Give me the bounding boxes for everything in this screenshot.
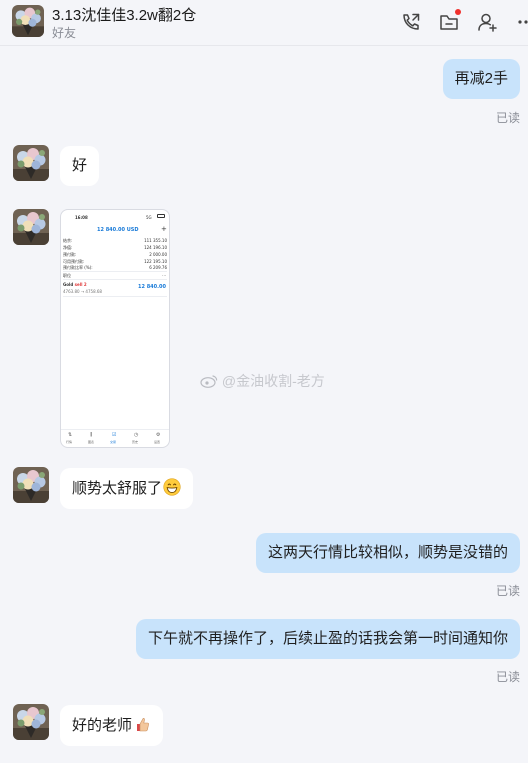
read-status: 已读 <box>495 584 520 598</box>
battery-icon <box>157 214 165 218</box>
phone-call-icon[interactable] <box>400 11 422 33</box>
more-icon[interactable] <box>512 11 528 33</box>
trading-app-screenshot[interactable]: 16:08 5G 12 840.00 USD + 结余: 111 355.10 … <box>60 209 170 448</box>
position-profit: 12 840.00 <box>138 284 166 290</box>
balance-header: 12 840.00 USD <box>97 227 139 233</box>
account-label: 净值: <box>63 245 73 250</box>
section-more[interactable]: ... <box>162 272 166 277</box>
position-symbol-name: Gold <box>63 282 74 287</box>
contact-name: 3.13沈佳佳3.2w翻2仓 <box>52 7 197 24</box>
contact-relation: 好友 <box>52 26 77 40</box>
position-prices: 4763.80 → 4758.68 <box>63 289 102 294</box>
weibo-watermark: @金油收割-老方 <box>200 371 325 391</box>
plus-icon[interactable]: + <box>161 225 167 233</box>
thumbs-up-emoji-icon <box>137 718 149 732</box>
account-label: 预付款: <box>63 252 77 257</box>
account-label: 结余: <box>63 238 73 243</box>
message-bubble-incoming[interactable]: 好的老师 <box>60 705 164 746</box>
settings-tab-icon[interactable]: ⚙ <box>156 432 160 438</box>
read-status: 已读 <box>495 670 520 684</box>
position-symbol[interactable]: Gold sell 2 <box>63 282 87 287</box>
message-bubble-outgoing[interactable]: 再减2手 <box>442 59 520 99</box>
tab-trade[interactable]: 交易 <box>110 440 116 444</box>
tab-chart[interactable]: 图表 <box>88 440 94 444</box>
chart-tab-icon[interactable]: ⫼ <box>90 432 92 438</box>
message-text: 好的老师 <box>72 717 133 734</box>
tab-settings[interactable]: 设置 <box>154 440 160 444</box>
read-status: 已读 <box>495 111 520 125</box>
account-value: 6 209.76 <box>149 265 167 270</box>
sender-avatar[interactable] <box>13 209 49 245</box>
watermark-text: @金油收割-老方 <box>221 373 325 389</box>
message-bubble-outgoing[interactable]: 下午就不再操作了，后续止盈的话我会第一时间通知你 <box>135 619 520 659</box>
quotes-tab-icon[interactable]: ⇅ <box>68 432 72 438</box>
contact-avatar[interactable] <box>12 5 44 37</box>
sender-avatar[interactable] <box>13 467 49 503</box>
weibo-icon <box>200 375 218 388</box>
account-value: 2 000.00 <box>149 252 167 257</box>
sender-avatar[interactable] <box>13 704 49 740</box>
divider <box>63 296 167 297</box>
message-bubble-incoming[interactable]: 顺势太舒服了 <box>60 468 194 509</box>
grinning-face-emoji-icon <box>163 478 181 496</box>
chat-header: 3.13沈佳佳3.2w翻2仓 好友 <box>0 0 528 46</box>
message-bubble-outgoing[interactable]: 这两天行情比较相似，顺势是没错的 <box>255 533 520 573</box>
tab-history[interactable]: 历史 <box>132 440 138 444</box>
message-bubble-incoming[interactable]: 好 <box>60 146 100 186</box>
folder-icon[interactable] <box>438 9 461 33</box>
sender-avatar[interactable] <box>13 145 49 181</box>
divider <box>63 279 167 280</box>
status-time: 16:08 <box>75 215 88 220</box>
account-value: 122 195.10 <box>144 259 167 264</box>
status-signal: 5G <box>146 215 152 220</box>
message-text: 顺势太舒服了 <box>72 480 163 497</box>
history-tab-icon[interactable]: ◷ <box>134 432 138 438</box>
trade-tab-icon[interactable]: ☑ <box>112 432 116 438</box>
add-friend-icon[interactable] <box>476 11 498 33</box>
notification-dot <box>455 9 461 15</box>
app-tab-bar: ⇅ 行情 ⫼ 图表 ☑ 交易 ◷ 历史 ⚙ 设置 <box>61 429 169 447</box>
position-side: sell 2 <box>74 282 87 287</box>
divider <box>63 271 167 272</box>
account-value: 124 196.10 <box>144 245 167 250</box>
account-value: 111 355.10 <box>144 238 167 243</box>
tab-quotes[interactable]: 行情 <box>66 440 72 444</box>
